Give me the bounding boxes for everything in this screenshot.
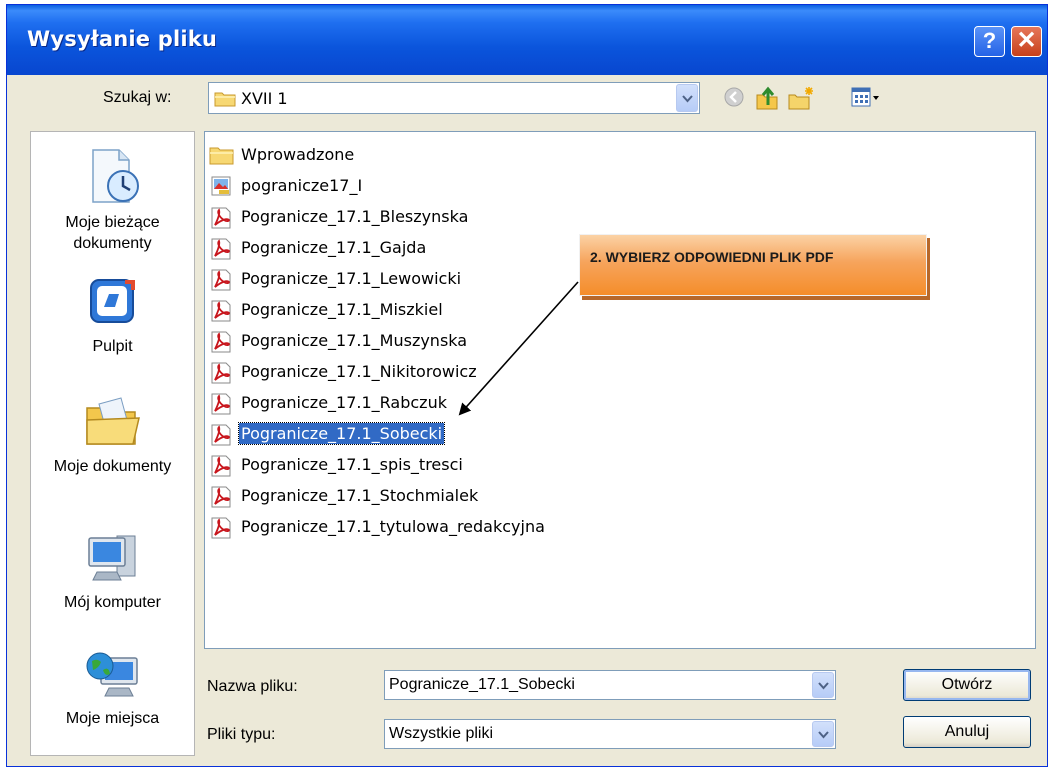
- file-name: pogranicze17_I: [241, 176, 363, 195]
- instruction-callout: 2. WYBIERZ ODPOWIEDNI PLIK PDF: [579, 234, 927, 296]
- file-name: Pogranicze_17.1_Rabczuk: [241, 393, 447, 412]
- chevron-down-icon: [818, 731, 829, 739]
- my-documents-icon: [85, 397, 140, 445]
- pdf-file-icon: [211, 362, 231, 384]
- file-list[interactable]: Wprowadzone pogranicze17_I Pogranicze_17.1…: [204, 131, 1036, 649]
- place-network[interactable]: Moje miejsca: [31, 646, 194, 729]
- look-in-label: Szukaj w:: [103, 89, 172, 106]
- file-name: Pogranicze_17.1_Bleszynska: [241, 207, 469, 226]
- filetype-dropdown-button[interactable]: [812, 721, 834, 747]
- place-my-computer[interactable]: Mój komputer: [31, 530, 194, 613]
- file-upload-dialog: Wysyłanie pliku ? ✕ Szukaj w: XVII 1 Moj…: [6, 4, 1048, 767]
- desktop-icon: [89, 279, 135, 323]
- pdf-file-icon: [211, 207, 231, 229]
- file-name: Pogranicze_17.1_Sobecki: [237, 422, 446, 445]
- file-name: Pogranicze_17.1_spis_tresci: [241, 455, 463, 474]
- folder-icon: [209, 147, 234, 165]
- image-file-icon: [211, 176, 231, 196]
- filetype-label: Pliki typu:: [207, 726, 276, 743]
- place-label: Mój komputer: [64, 594, 161, 611]
- window-title: Wysyłanie pliku: [27, 27, 218, 51]
- help-button[interactable]: ?: [974, 26, 1005, 57]
- network-places-icon: [86, 652, 138, 697]
- filetype-value: Wszystkie pliki: [389, 725, 494, 742]
- file-name: Pogranicze_17.1_Miszkiel: [241, 300, 443, 319]
- recent-documents-icon: [91, 149, 139, 203]
- file-name: Pogranicze_17.1_tytulowa_redakcyjna: [241, 517, 545, 536]
- file-name: Wprowadzone: [241, 145, 355, 164]
- pdf-file-icon: [211, 238, 231, 260]
- file-name: Pogranicze_17.1_Stochmialek: [241, 486, 479, 505]
- filename-label: Nazwa pliku:: [207, 678, 298, 695]
- place-recent-documents[interactable]: Moje bieżące dokumenty: [31, 146, 194, 254]
- look-in-combo[interactable]: XVII 1: [208, 82, 700, 114]
- pdf-file-icon: [211, 455, 231, 477]
- pdf-file-icon: [211, 331, 231, 353]
- filename-dropdown-button[interactable]: [812, 672, 834, 698]
- my-computer-icon: [87, 535, 135, 581]
- back-icon[interactable]: [722, 85, 746, 109]
- file-name: Pogranicze_17.1_Lewowicki: [241, 269, 462, 288]
- place-label: Moje bieżące dokumenty: [65, 214, 160, 252]
- look-in-value: XVII 1: [241, 89, 288, 108]
- place-label: Pulpit: [92, 338, 133, 355]
- pdf-file-icon: [211, 300, 231, 322]
- place-desktop[interactable]: Pulpit: [31, 274, 194, 357]
- pdf-file-icon: [211, 486, 231, 508]
- instruction-text: 2. WYBIERZ ODPOWIEDNI PLIK PDF: [590, 249, 834, 265]
- pdf-file-icon: [211, 269, 231, 291]
- place-label: Moje miejsca: [65, 710, 160, 727]
- file-name: Pogranicze_17.1_Nikitorowicz: [241, 362, 477, 381]
- pdf-file-icon: [211, 517, 231, 539]
- places-bar: Moje bieżące dokumenty Pulpit Moje dokum…: [30, 131, 195, 756]
- pdf-file-icon: [211, 393, 231, 415]
- place-label: Moje dokumenty: [53, 458, 172, 475]
- open-button[interactable]: Otwórz: [903, 669, 1031, 701]
- chevron-down-icon: [682, 95, 693, 103]
- chevron-down-icon: [818, 682, 829, 690]
- view-menu-icon[interactable]: [850, 85, 880, 109]
- folder-icon: [214, 92, 236, 107]
- file-name: Pogranicze_17.1_Gajda: [241, 238, 427, 257]
- filetype-select[interactable]: Wszystkie pliki: [384, 719, 836, 749]
- new-folder-icon[interactable]: [787, 85, 815, 111]
- look-in-dropdown-button[interactable]: [676, 84, 698, 112]
- up-folder-icon[interactable]: [755, 85, 781, 111]
- close-button[interactable]: ✕: [1011, 26, 1042, 57]
- title-bar[interactable]: Wysyłanie pliku ? ✕: [7, 5, 1047, 75]
- filename-input[interactable]: Pogranicze_17.1_Sobecki: [389, 676, 575, 694]
- file-name: Pogranicze_17.1_Muszynska: [241, 331, 468, 350]
- place-my-documents[interactable]: Moje dokumenty: [31, 394, 194, 477]
- pdf-file-icon: [211, 424, 231, 446]
- cancel-button[interactable]: Anuluj: [903, 716, 1031, 748]
- filename-combo[interactable]: Pogranicze_17.1_Sobecki: [384, 670, 836, 700]
